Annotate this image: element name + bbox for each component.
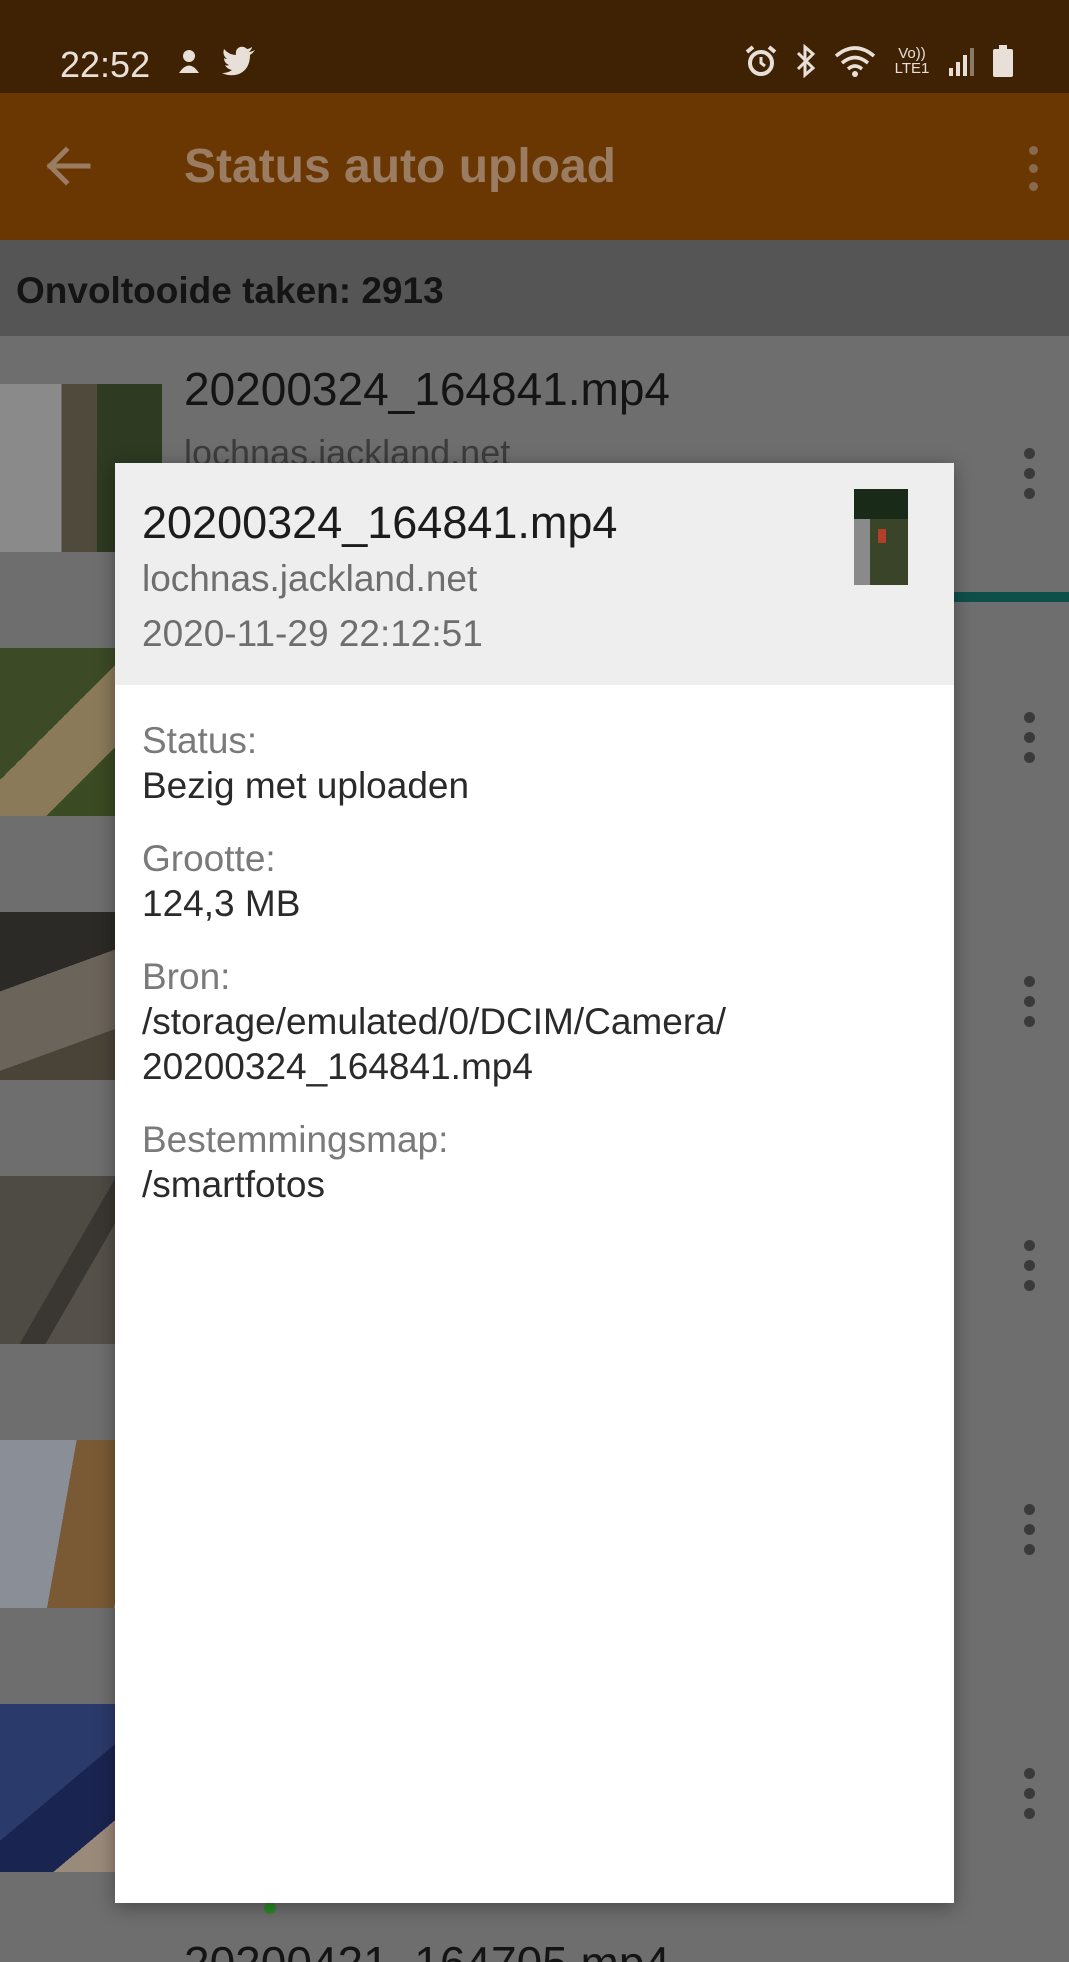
page-title: Status auto upload: [184, 140, 616, 193]
item-menu-button[interactable]: [1009, 702, 1049, 772]
alarm-icon: [744, 44, 778, 78]
signal-icon: [948, 44, 976, 78]
more-vert-icon: [1009, 966, 1049, 1036]
field-size: Grootte: 124,3 MB: [142, 836, 932, 926]
field-destination: Bestemmingsmap: /smartfotos: [142, 1117, 932, 1207]
status-dot: [264, 1902, 276, 1914]
notification-app-icon: [174, 46, 204, 76]
bluetooth-icon: [794, 43, 818, 79]
more-vert-icon: [1009, 1230, 1049, 1300]
upload-details-dialog[interactable]: 20200324_164841.mp4 lochnas.jackland.net…: [115, 463, 954, 1903]
dialog-host: lochnas.jackland.net: [142, 558, 478, 599]
more-vert-icon: [1009, 1758, 1049, 1828]
source-value: /storage/emulated/0/DCIM/Camera/ 2020032…: [142, 1001, 727, 1087]
pending-tasks-label: Onvoltooide taken: 2913: [16, 270, 444, 311]
field-source: Bron: /storage/emulated/0/DCIM/Camera/ 2…: [142, 954, 932, 1089]
arrow-left-icon: [46, 146, 91, 186]
status-label: Status:: [142, 720, 258, 761]
overflow-menu-button[interactable]: [1011, 135, 1055, 201]
more-vert-icon: [1009, 438, 1049, 508]
twitter-icon: [222, 46, 255, 76]
battery-icon: [992, 44, 1014, 78]
item-menu-button[interactable]: [1009, 438, 1049, 508]
destination-value: /smartfotos: [142, 1164, 325, 1205]
wifi-icon: [834, 44, 876, 78]
status-time: 22:52: [60, 44, 151, 85]
field-status: Status: Bezig met uploaden: [142, 718, 932, 808]
dialog-date: 2020-11-29 22:12:51: [142, 613, 483, 654]
video-thumbnail: [854, 489, 908, 585]
item-filename: 20200421_164705.mp4: [184, 1936, 670, 1962]
more-vert-icon: [1009, 702, 1049, 772]
pending-tasks-header: Onvoltooide taken: 2913: [0, 240, 1069, 336]
status-icons: Vo)) LTE1: [744, 43, 1014, 79]
status-value: Bezig met uploaden: [142, 765, 470, 806]
dialog-header: 20200324_164841.mp4 lochnas.jackland.net…: [115, 463, 954, 685]
size-label: Grootte:: [142, 838, 276, 879]
screen: 22:52 Vo)) LTE1 Status auto upload Onvol…: [0, 0, 1069, 1962]
dialog-body: Status: Bezig met uploaden Grootte: 124,…: [142, 718, 932, 1235]
size-value: 124,3 MB: [142, 883, 301, 924]
source-label: Bron:: [142, 956, 231, 997]
destination-label: Bestemmingsmap:: [142, 1119, 449, 1160]
dialog-title: 20200324_164841.mp4: [142, 497, 618, 548]
item-filename: 20200324_164841.mp4: [184, 363, 671, 415]
more-vert-icon: [1009, 1494, 1049, 1564]
item-menu-button[interactable]: [1009, 1230, 1049, 1300]
item-menu-button[interactable]: [1009, 1494, 1049, 1564]
status-bar: 22:52 Vo)) LTE1: [0, 0, 1069, 93]
more-vert-icon: [1011, 135, 1055, 201]
volte-lte-icon: Vo)) LTE1: [894, 45, 930, 77]
item-menu-button[interactable]: [1009, 1758, 1049, 1828]
item-menu-button[interactable]: [1009, 966, 1049, 1036]
back-button[interactable]: [36, 133, 102, 199]
app-bar: Status auto upload: [0, 93, 1069, 240]
